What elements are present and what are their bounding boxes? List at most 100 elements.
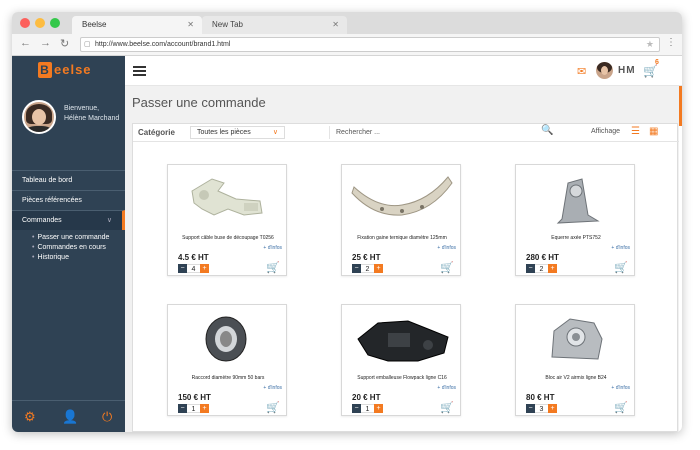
decrease-quantity-button[interactable]: − <box>352 264 361 273</box>
mail-icon[interactable]: ✉ <box>577 65 586 78</box>
decrease-quantity-button[interactable]: − <box>526 404 535 413</box>
category-select[interactable]: Toutes les pièces ∨ <box>190 126 285 139</box>
power-icon[interactable]: ⏻ <box>102 409 112 425</box>
submenu-item-history[interactable]: Historique <box>32 253 125 263</box>
decrease-quantity-button[interactable]: − <box>526 264 535 273</box>
more-info-link[interactable]: + d'infos <box>611 385 630 391</box>
user-profile: Bienvenue, Hélène Marchand <box>12 96 125 151</box>
product-image[interactable] <box>522 169 630 229</box>
close-window-button[interactable] <box>20 18 30 28</box>
user-initials[interactable]: HM <box>618 65 636 76</box>
increase-quantity-button[interactable]: + <box>374 404 383 413</box>
tab-beelse[interactable]: Beelse ✕ <box>72 16 202 34</box>
avatar[interactable] <box>22 100 56 134</box>
sidebar-item-dashboard[interactable]: Tableau de bord <box>12 170 125 190</box>
back-arrow-icon[interactable]: ← <box>20 37 31 49</box>
decrease-quantity-button[interactable]: − <box>178 264 187 273</box>
forward-arrow-icon[interactable]: → <box>40 37 51 49</box>
header-avatar[interactable] <box>596 62 613 79</box>
quantity-value[interactable]: 3 <box>535 404 548 413</box>
sidebar-item-orders[interactable]: Commandes ∨ <box>12 210 125 230</box>
maximize-window-button[interactable] <box>50 18 60 28</box>
more-info-link[interactable]: + d'infos <box>437 245 456 251</box>
add-to-cart-icon[interactable]: 🛒 <box>266 401 280 414</box>
submenu-item-current-orders[interactable]: Commandes en cours <box>32 243 125 253</box>
quantity-value[interactable]: 4 <box>187 264 200 273</box>
list-view-icon[interactable]: ☰ <box>631 126 640 137</box>
decrease-quantity-button[interactable]: − <box>352 404 361 413</box>
product-image[interactable] <box>348 309 456 369</box>
product-name: Equerre axée PTS752 <box>551 235 601 241</box>
brand-logo[interactable]: Beelse <box>38 62 92 78</box>
quantity-stepper: − 2 + <box>526 264 557 273</box>
product-image[interactable] <box>522 309 630 369</box>
sidebar: Beelse Bienvenue, Hélène Marchand Tablea… <box>12 56 125 432</box>
quantity-stepper: − 3 + <box>526 404 557 413</box>
more-info-link[interactable]: + d'infos <box>437 385 456 391</box>
gear-icon[interactable]: ⚙ <box>24 409 36 425</box>
increase-quantity-button[interactable]: + <box>200 404 209 413</box>
quantity-stepper: − 2 + <box>352 264 383 273</box>
product-image[interactable] <box>174 169 282 229</box>
product-card: Equerre axée PTS752 + d'infos 280 € HT −… <box>515 164 635 276</box>
tab-new-tab[interactable]: New Tab ✕ <box>202 16 347 34</box>
window-controls <box>20 18 60 28</box>
url-input[interactable]: ▢ http://www.beelse.com/account/brand1.h… <box>80 37 660 52</box>
close-tab-icon[interactable]: ✕ <box>332 16 339 34</box>
more-info-link[interactable]: + d'infos <box>263 385 282 391</box>
quantity-stepper: − 1 + <box>178 404 209 413</box>
add-to-cart-icon[interactable]: 🛒 <box>266 261 280 274</box>
hamburger-menu-icon[interactable] <box>133 66 146 76</box>
product-price: 20 € HT <box>352 393 381 402</box>
category-label: Catégorie <box>138 128 175 137</box>
decrease-quantity-button[interactable]: − <box>178 404 187 413</box>
product-name: Bloc air V2 airmix ligne B24 <box>545 375 607 381</box>
add-to-cart-icon[interactable]: 🛒 <box>440 401 454 414</box>
minimize-window-button[interactable] <box>35 18 45 28</box>
main-content: Passer une commande Catégorie Toutes les… <box>125 86 679 432</box>
top-header: ✉ HM 🛒 6 <box>125 56 682 86</box>
increase-quantity-button[interactable]: + <box>374 264 383 273</box>
product-price: 80 € HT <box>526 393 555 402</box>
product-name: Fixation gaine ternique diamètre 125mm <box>357 235 447 241</box>
add-to-cart-icon[interactable]: 🛒 <box>440 261 454 274</box>
increase-quantity-button[interactable]: + <box>548 404 557 413</box>
quantity-value[interactable]: 2 <box>361 264 374 273</box>
product-card: Bloc air V2 airmix ligne B24 + d'infos 8… <box>515 304 635 416</box>
add-to-cart-icon[interactable]: 🛒 <box>614 401 628 414</box>
browser-menu-icon[interactable]: ⋮ <box>666 37 676 48</box>
user-settings-icon[interactable]: 👤 <box>62 409 78 425</box>
quantity-stepper: − 4 + <box>178 264 209 273</box>
scrollbar-thumb[interactable] <box>679 86 682 126</box>
product-card: Support câble buse de découpage T0256 + … <box>167 164 287 276</box>
more-info-link[interactable]: + d'infos <box>263 245 282 251</box>
add-to-cart-icon[interactable]: 🛒 <box>614 261 628 274</box>
grid-view-icon[interactable]: ▦ <box>649 126 658 137</box>
category-value: Toutes les pièces <box>197 129 251 136</box>
display-label: Affichage <box>591 128 621 135</box>
search-placeholder: Rechercher ... <box>336 129 380 136</box>
tab-label: Beelse <box>82 20 107 29</box>
bookmark-star-icon[interactable]: ★ <box>646 38 654 51</box>
more-info-link[interactable]: + d'infos <box>611 245 630 251</box>
product-image[interactable] <box>348 169 456 229</box>
cart-icon[interactable]: 🛒 <box>643 64 658 78</box>
product-image[interactable] <box>174 309 282 369</box>
welcome-text: Bienvenue, Hélène Marchand <box>64 104 119 124</box>
sidebar-item-referenced-parts[interactable]: Pièces référencées <box>12 190 125 210</box>
close-tab-icon[interactable]: ✕ <box>187 16 194 34</box>
increase-quantity-button[interactable]: + <box>548 264 557 273</box>
quantity-value[interactable]: 1 <box>361 404 374 413</box>
quantity-value[interactable]: 2 <box>535 264 548 273</box>
search-input[interactable]: Rechercher ... <box>329 126 561 139</box>
page-icon: ▢ <box>84 41 91 48</box>
quantity-value[interactable]: 1 <box>187 404 200 413</box>
product-price: 4.5 € HT <box>178 253 209 262</box>
product-price: 150 € HT <box>178 393 211 402</box>
search-icon[interactable]: 🔍 <box>541 125 553 136</box>
increase-quantity-button[interactable]: + <box>200 264 209 273</box>
tab-label: New Tab <box>212 20 243 29</box>
submenu-item-place-order[interactable]: Passer une commande <box>32 233 125 243</box>
sidebar-item-label: Commandes <box>22 217 62 224</box>
reload-icon[interactable]: ↻ <box>60 37 69 50</box>
